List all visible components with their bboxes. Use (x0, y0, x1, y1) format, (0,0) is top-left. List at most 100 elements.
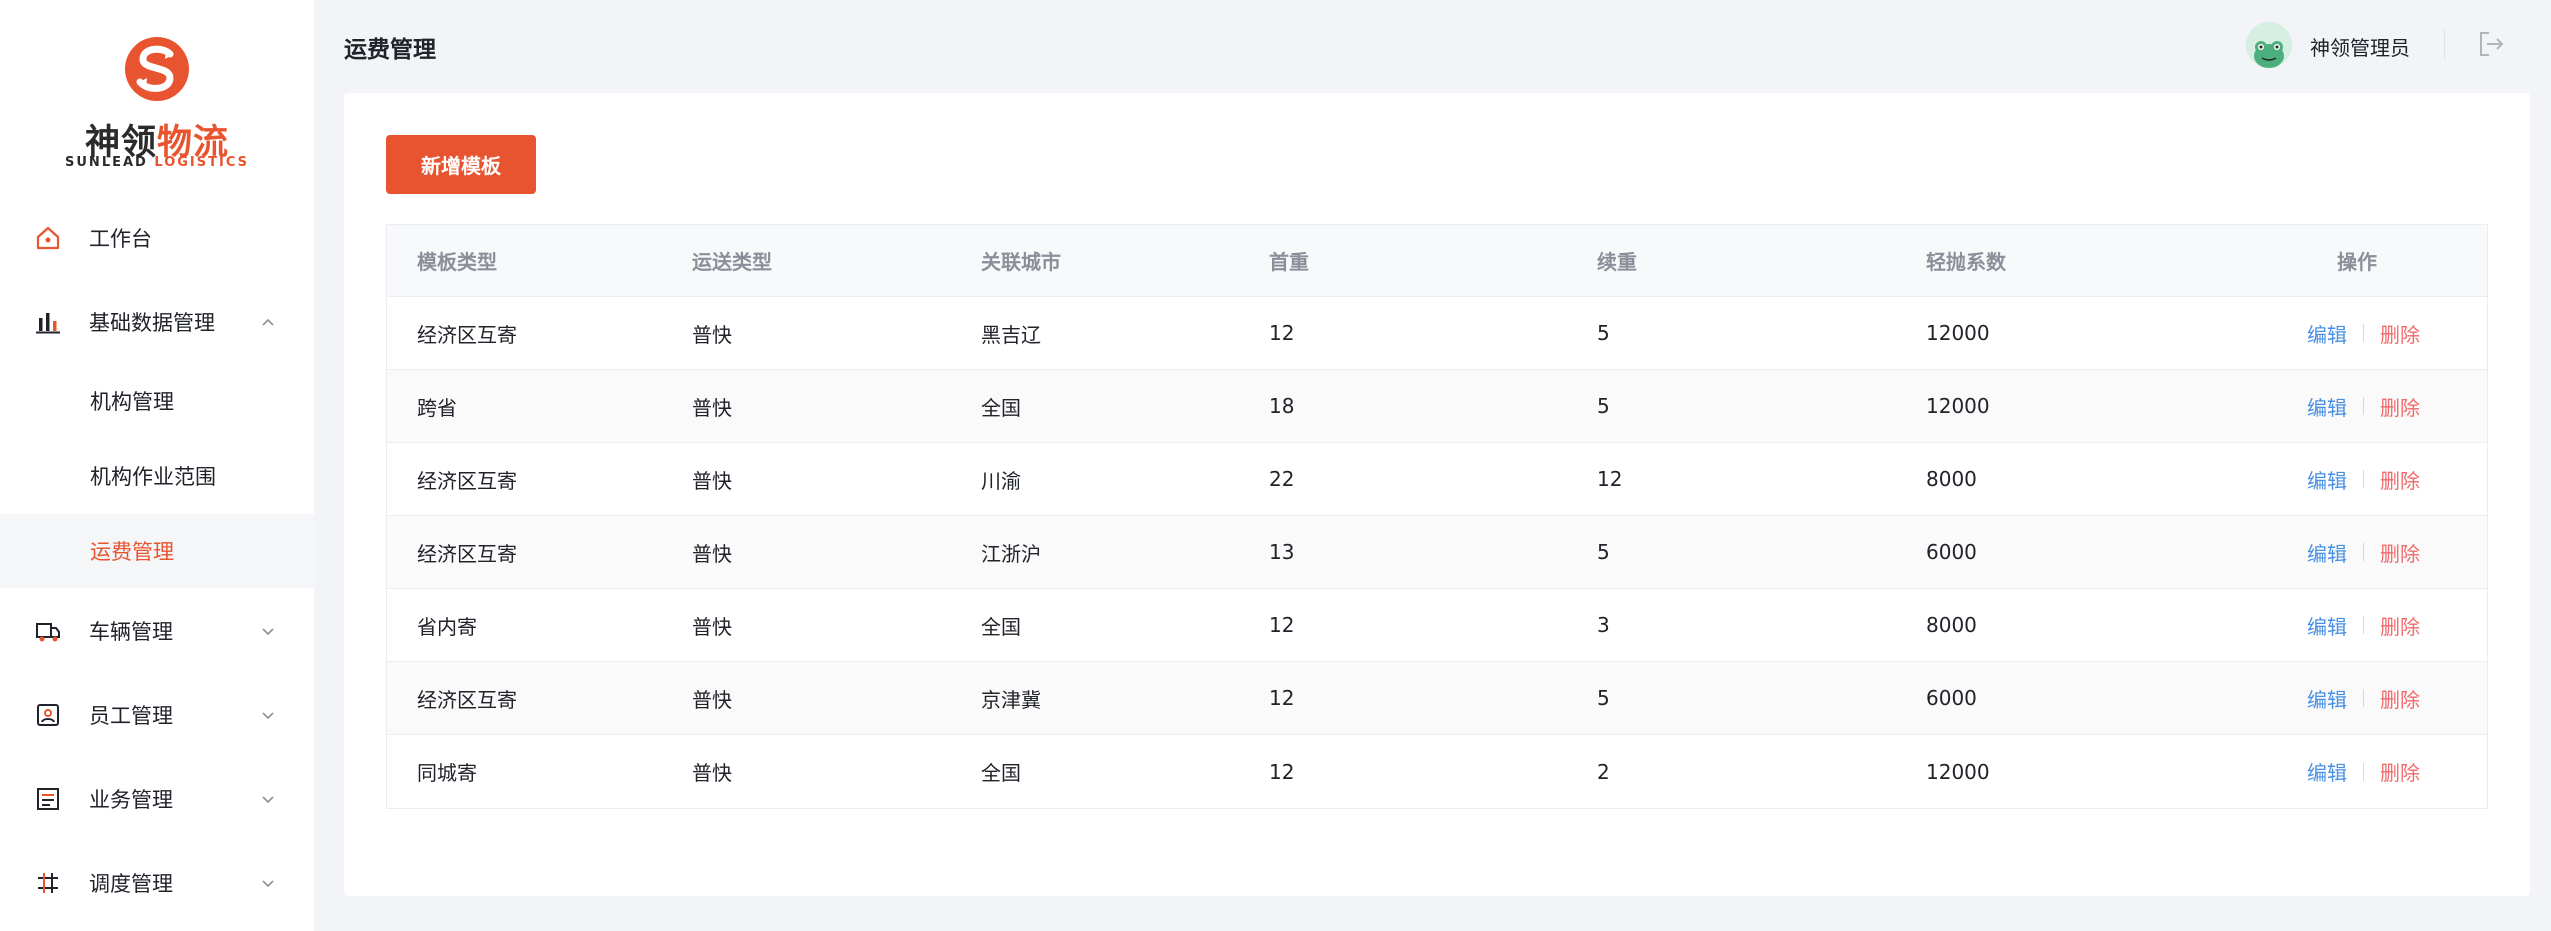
sidebar-item-workbench[interactable]: 工作台 (0, 202, 314, 274)
cell-transport-type: 普快 (692, 468, 732, 493)
action-divider (2363, 324, 2364, 342)
cell-light-factor: 6000 (1926, 540, 1977, 564)
cell-first-weight: 13 (1269, 540, 1295, 564)
chevron-down-icon[interactable] (260, 791, 276, 807)
cell-light-factor: 12000 (1926, 759, 1990, 784)
cell-template-type: 经济区互寄 (417, 541, 517, 566)
action-divider (2363, 397, 2364, 415)
row-actions: 编辑 删除 (2307, 662, 2420, 734)
table-row: 省内寄 普快 全国 12 3 8000 编辑 删除 (387, 589, 2487, 662)
cell-first-weight: 22 (1269, 467, 1295, 491)
cell-continue-weight: 2 (1597, 759, 1610, 784)
chevron-up-icon[interactable] (260, 314, 276, 330)
cell-light-factor: 12000 (1926, 321, 1990, 345)
truck-icon (36, 623, 60, 642)
cell-first-weight: 12 (1269, 686, 1295, 710)
cell-light-factor: 12000 (1926, 394, 1990, 418)
delete-link[interactable]: 删除 (2380, 684, 2420, 713)
cell-transport-type: 普快 (692, 395, 732, 420)
sidebar: 神领物流 SUNLEAD LOGISTICS 工作台 基础数据管理 机构管理 机… (0, 0, 314, 931)
logout-icon[interactable] (2475, 28, 2507, 60)
cell-continue-weight: 5 (1597, 540, 1610, 564)
sidebar-item-basic-data[interactable]: 基础数据管理 (0, 286, 314, 358)
row-actions: 编辑 删除 (2307, 443, 2420, 515)
header-divider (2444, 30, 2445, 60)
action-divider (2363, 689, 2364, 707)
table-row: 经济区互寄 普快 京津冀 12 5 6000 编辑 删除 (387, 662, 2487, 735)
cell-continue-weight: 5 (1597, 686, 1610, 710)
row-actions: 编辑 删除 (2307, 516, 2420, 588)
cell-transport-type: 普快 (692, 322, 732, 347)
chevron-down-icon[interactable] (260, 875, 276, 891)
edit-link[interactable]: 编辑 (2307, 684, 2347, 713)
sidebar-subitem-org[interactable]: 机构管理 (0, 364, 314, 438)
brand-subtitle: SUNLEAD LOGISTICS (65, 155, 249, 170)
freight-table: 模板类型 运送类型 关联城市 首重 续重 轻抛系数 操作 经济区互寄 普快 黑吉… (386, 224, 2488, 809)
sidebar-item-business[interactable]: 业务管理 (0, 763, 314, 835)
cell-city: 黑吉辽 (981, 322, 1041, 347)
chevron-down-icon[interactable] (260, 707, 276, 723)
delete-link[interactable]: 删除 (2380, 465, 2420, 494)
table-row: 同城寄 普快 全国 12 2 12000 编辑 删除 (387, 735, 2487, 808)
page-title: 运费管理 (344, 37, 436, 63)
edit-link[interactable]: 编辑 (2307, 392, 2347, 421)
delete-link[interactable]: 删除 (2380, 611, 2420, 640)
row-actions: 编辑 删除 (2307, 370, 2420, 442)
content-card: 新增模板 模板类型 运送类型 关联城市 首重 续重 轻抛系数 操作 经济区互寄 … (344, 93, 2530, 896)
cell-first-weight: 12 (1269, 759, 1295, 784)
action-divider (2363, 762, 2364, 781)
frog-avatar-icon (2246, 22, 2292, 68)
cell-first-weight: 12 (1269, 613, 1295, 637)
sidebar-subitem-org-scope[interactable]: 机构作业范围 (0, 439, 314, 513)
edit-link[interactable]: 编辑 (2307, 465, 2347, 494)
delete-link[interactable]: 删除 (2380, 757, 2420, 786)
table-row: 经济区互寄 普快 川渝 22 12 8000 编辑 删除 (387, 443, 2487, 516)
action-divider (2363, 543, 2364, 561)
logo-icon (125, 37, 189, 101)
brand-logo: 神领物流 SUNLEAD LOGISTICS (0, 30, 314, 180)
row-actions: 编辑 删除 (2307, 735, 2420, 808)
sidebar-item-vehicle[interactable]: 车辆管理 (0, 595, 314, 667)
cell-continue-weight: 3 (1597, 613, 1610, 637)
sidebar-item-dispatch[interactable]: 调度管理 (0, 847, 314, 919)
home-icon (36, 226, 60, 250)
cell-city: 川渝 (981, 468, 1021, 493)
edit-link[interactable]: 编辑 (2307, 538, 2347, 567)
avatar[interactable] (2246, 22, 2292, 68)
edit-link[interactable]: 编辑 (2307, 757, 2347, 786)
delete-link[interactable]: 删除 (2380, 319, 2420, 348)
column-header: 轻抛系数 (1926, 250, 2006, 274)
user-name: 神领管理员 (2310, 36, 2410, 60)
edit-link[interactable]: 编辑 (2307, 611, 2347, 640)
cell-template-type: 经济区互寄 (417, 322, 517, 347)
add-template-button[interactable]: 新增模板 (386, 135, 536, 194)
sidebar-item-label: 业务管理 (89, 788, 173, 812)
cell-template-type: 同城寄 (417, 761, 477, 785)
table-row: 跨省 普快 全国 18 5 12000 编辑 删除 (387, 370, 2487, 443)
chevron-down-icon[interactable] (260, 623, 276, 639)
table-header: 模板类型 运送类型 关联城市 首重 续重 轻抛系数 操作 (387, 225, 2487, 297)
cell-city: 京津冀 (981, 687, 1041, 712)
action-divider (2363, 616, 2364, 634)
cell-transport-type: 普快 (692, 614, 732, 639)
cell-template-type: 省内寄 (417, 614, 477, 639)
delete-link[interactable]: 删除 (2380, 392, 2420, 421)
table-row: 经济区互寄 普快 黑吉辽 12 5 12000 编辑 删除 (387, 297, 2487, 370)
cell-template-type: 经济区互寄 (417, 468, 517, 493)
column-header: 关联城市 (981, 250, 1061, 274)
column-header: 操作 (2337, 250, 2377, 274)
sidebar-subitem-label: 机构管理 (90, 390, 174, 414)
sidebar-subitem-freight[interactable]: 运费管理 (0, 514, 314, 588)
column-header: 模板类型 (417, 250, 497, 274)
cell-city: 全国 (981, 761, 1021, 785)
cell-template-type: 跨省 (417, 395, 457, 420)
edit-link[interactable]: 编辑 (2307, 319, 2347, 348)
cell-transport-type: 普快 (692, 687, 732, 712)
sidebar-item-label: 基础数据管理 (89, 311, 215, 335)
delete-link[interactable]: 删除 (2380, 538, 2420, 567)
sidebar-item-staff[interactable]: 员工管理 (0, 679, 314, 751)
sidebar-item-label: 调度管理 (89, 872, 173, 896)
cell-light-factor: 8000 (1926, 613, 1977, 637)
cell-continue-weight: 5 (1597, 394, 1610, 418)
cell-continue-weight: 12 (1597, 467, 1623, 491)
